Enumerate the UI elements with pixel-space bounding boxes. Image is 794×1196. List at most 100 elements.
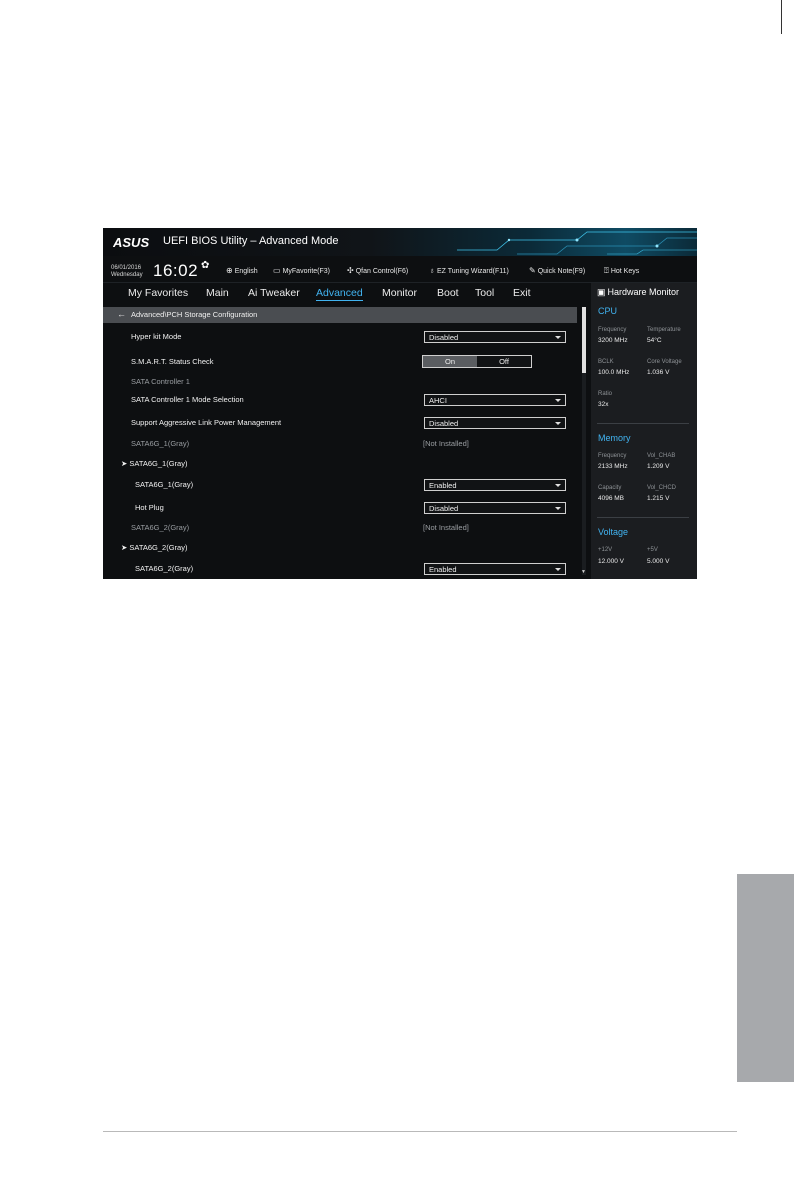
cpu-temperature-value: 54°C [647,337,662,344]
sata6g-1-status-label: SATA6G_1(Gray) [131,439,190,448]
tab-main[interactable]: Main [206,287,229,299]
dropdown-value: Disabled [429,419,459,428]
breadcrumb-path: Advanced\PCH Storage Configuration [131,310,258,319]
scroll-down-icon[interactable]: ▼ [581,569,586,575]
smart-status-check-label: S.M.A.R.T. Status Check [131,357,214,366]
fan-icon: ✣ [347,266,354,275]
sata6g-1-status-value: [Not Installed] [423,439,469,448]
tab-advanced[interactable]: Advanced [316,287,363,301]
settings-scrollbar[interactable]: ▼ [581,307,586,575]
hyper-kit-mode-dropdown[interactable]: Disabled [424,331,566,343]
ratio-value: 32x [598,401,609,408]
bios-screenshot: ASUS UEFI BIOS Utility – Advanced Mode 0… [103,228,697,579]
footer-rule [103,1131,737,1132]
chevron-down-icon [555,507,561,510]
date-display: 06/01/2016 Wednesday [111,265,143,279]
v5-value: 5.000 V [647,558,670,565]
sata6g-1-enable-label: SATA6G_1(Gray) [135,480,194,489]
clock: 16:02 [153,261,199,280]
sata6g-1-group[interactable]: ➤ SATA6G_1(Gray) [121,459,187,468]
ez-tuning-wizard-button[interactable]: ♁ EZ Tuning Wizard(F11) [429,266,509,275]
chapter-side-tab [737,874,794,1082]
memory-frequency-label: Frequency [598,453,627,459]
qfan-control-button[interactable]: ✣ Qfan Control(F6) [347,266,408,275]
myfavorite-button[interactable]: ▭ MyFavorite(F3) [273,266,330,275]
ratio-label: Ratio [598,391,613,397]
sata6g-2-status-value: [Not Installed] [423,523,469,532]
question-icon: ⍰ [604,266,609,275]
section-divider [597,517,689,518]
star-list-icon: ▭ [273,266,281,275]
gear-icon[interactable]: ✿ [201,260,209,271]
sata-mode-selection-label: SATA Controller 1 Mode Selection [131,395,244,404]
capacity-label: Capacity [598,485,622,491]
v12-label: +12V [598,547,613,553]
chevron-down-icon [555,336,561,339]
sata6g-1-enable-dropdown[interactable]: Enabled [424,479,566,491]
voltage-section-title: Voltage [598,527,629,537]
smart-status-toggle[interactable]: On Off [422,355,532,368]
app-title: UEFI BIOS Utility – Advanced Mode [163,235,339,247]
quick-note-button[interactable]: ✎ Quick Note(F9) [529,266,585,275]
info-bar: 06/01/2016 Wednesday 16:02 ✿ ⊕ English ▭ M… [103,256,697,283]
dropdown-value: Disabled [429,504,459,513]
cpu-frequency-label: Frequency [598,327,627,333]
sata-controller-label: SATA Controller 1 [131,377,190,386]
hardware-monitor-title: ▣ Hardware Monitor [597,287,680,297]
circuit-decoration-icon [457,231,697,255]
vol-chab-value: 1.209 V [647,463,670,470]
note-icon: ✎ [529,266,536,275]
dropdown-value: Disabled [429,333,459,342]
alpm-label: Support Aggressive Link Power Management [131,418,282,427]
vol-chab-label: Vol_CHAB [647,453,676,459]
day-text: Wednesday [111,272,143,278]
cpu-temperature-label: Temperature [647,327,681,333]
cpu-section-title: CPU [598,306,618,316]
v5-label: +5V [647,547,658,553]
lightbulb-icon: ♁ [429,266,435,275]
main-menu-tabs: My Favorites Main Ai Tweaker Advanced Mo… [103,283,583,305]
hyper-kit-mode-label: Hyper kit Mode [131,332,182,341]
bclk-value: 100.0 MHz [598,369,630,376]
language-button[interactable]: ⊕ English [226,266,258,275]
tab-ai-tweaker[interactable]: Ai Tweaker [248,287,300,299]
hot-keys-button[interactable]: ⍰ Hot Keys [604,266,639,276]
vol-chcd-value: 1.215 V [647,495,670,502]
hot-plug-label: Hot Plug [135,503,164,512]
dropdown-value: Enabled [429,481,457,490]
sata-mode-selection-dropdown[interactable]: AHCI [424,394,566,406]
chevron-down-icon [555,422,561,425]
sata6g-2-enable-dropdown[interactable]: Enabled [424,563,566,575]
core-voltage-value: 1.036 V [647,369,670,376]
hardware-monitor-panel: ▣ Hardware Monitor CPU Frequency Temperat… [591,283,697,579]
chevron-down-icon [555,484,561,487]
alpm-dropdown[interactable]: Disabled [424,417,566,429]
sata6g-2-enable-label: SATA6G_2(Gray) [135,564,194,573]
memory-frequency-value: 2133 MHz [598,463,628,470]
globe-icon: ⊕ [226,266,233,275]
scrollbar-thumb[interactable] [582,307,586,373]
core-voltage-label: Core Voltage [647,359,682,365]
section-divider [597,423,689,424]
breadcrumb: ← Advanced\PCH Storage Configuration [103,307,577,323]
toggle-on-option[interactable]: On [423,356,477,367]
tab-my-favorites[interactable]: My Favorites [128,287,188,299]
title-bar: ASUS UEFI BIOS Utility – Advanced Mode [103,228,697,256]
vol-chcd-label: Vol_CHCD [647,485,677,491]
capacity-value: 4096 MB [598,495,625,502]
tab-tool[interactable]: Tool [475,287,494,299]
tab-monitor[interactable]: Monitor [382,287,417,299]
dropdown-value: Enabled [429,565,457,574]
sata6g-2-status-label: SATA6G_2(Gray) [131,523,190,532]
chevron-down-icon [555,399,561,402]
back-arrow-icon[interactable]: ← [117,309,126,319]
sata6g-2-group[interactable]: ➤ SATA6G_2(Gray) [121,543,187,552]
tab-boot[interactable]: Boot [437,287,459,299]
hot-plug-dropdown[interactable]: Disabled [424,502,566,514]
toggle-off-option[interactable]: Off [477,356,531,367]
tab-exit[interactable]: Exit [513,287,531,299]
bclk-label: BCLK [598,359,614,365]
cpu-frequency-value: 3200 MHz [598,337,628,344]
memory-section-title: Memory [598,433,631,443]
crop-mark [781,0,782,34]
